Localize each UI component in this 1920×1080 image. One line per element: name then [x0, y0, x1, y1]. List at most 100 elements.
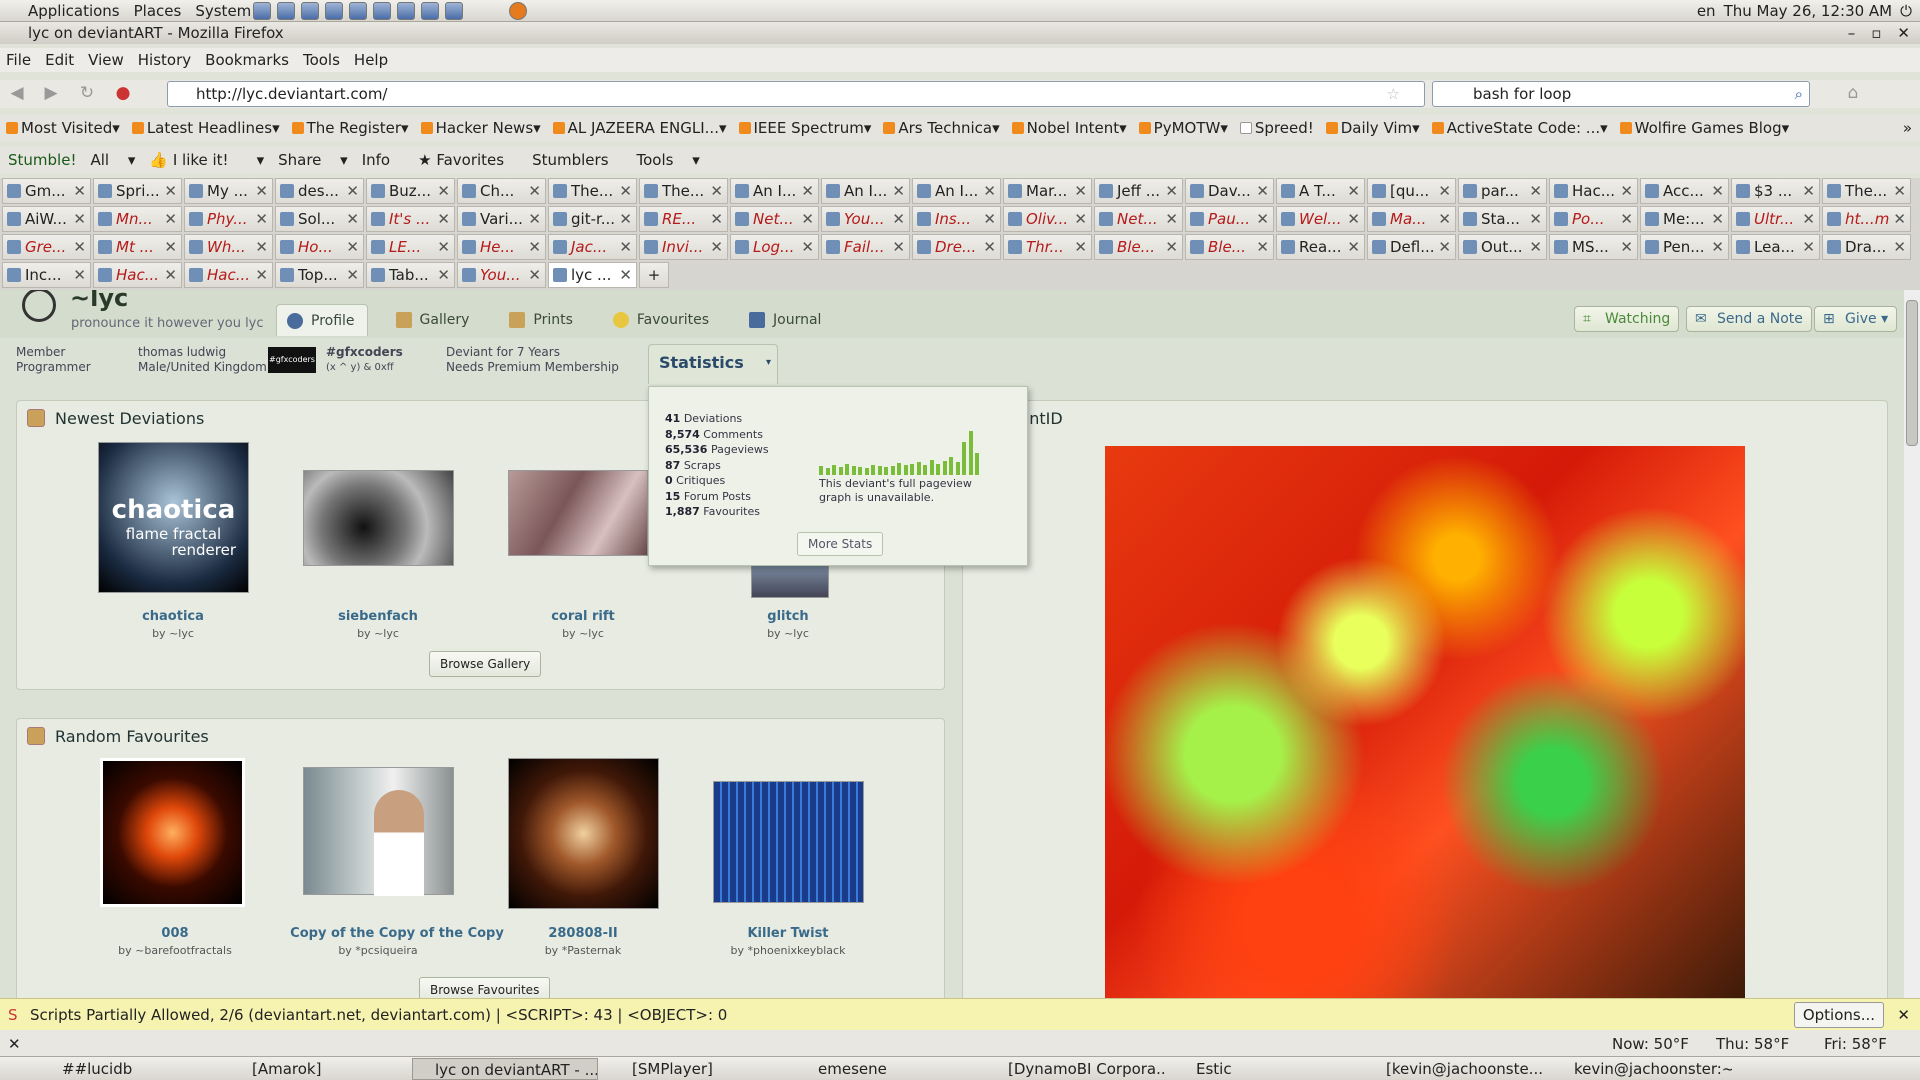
close-tab-icon[interactable]: ✕ — [710, 207, 723, 231]
browser-tab[interactable]: Wel... ✕ — [1276, 206, 1365, 232]
browser-tab[interactable]: Dre... ✕ — [912, 234, 1001, 260]
give-button[interactable]: ⊞ Give ▾ — [1814, 306, 1898, 332]
browser-tab[interactable]: Me:... ✕ — [1640, 206, 1729, 232]
tab-prints[interactable]: Prints — [499, 304, 585, 336]
share-button[interactable]: Share ▾ — [278, 151, 348, 169]
close-tab-icon[interactable]: ✕ — [73, 263, 86, 287]
browser-tab[interactable]: [qu... ✕ — [1367, 178, 1456, 204]
browser-tab[interactable]: Pau... ✕ — [1185, 206, 1274, 232]
dislike-icon[interactable]: ▾ — [257, 151, 265, 169]
bookmark-item[interactable]: Latest Headlines▾ — [131, 115, 280, 141]
launcher-icon[interactable] — [277, 2, 295, 20]
browser-tab[interactable]: Jeff ... ✕ — [1094, 178, 1183, 204]
browser-tab[interactable]: You... ✕ — [457, 262, 546, 288]
launcher-icon[interactable] — [325, 2, 343, 20]
browser-tab[interactable]: par... ✕ — [1458, 178, 1547, 204]
close-tab-icon[interactable]: ✕ — [1620, 235, 1633, 259]
bookmark-item[interactable]: Ars Technica▾ — [883, 115, 1000, 141]
deviation-author[interactable]: by ~lyc — [508, 627, 658, 640]
close-tab-icon[interactable]: ✕ — [983, 179, 996, 203]
siebenfach-thumbnail[interactable] — [303, 470, 454, 566]
places-menu[interactable]: Places — [127, 0, 189, 20]
browser-tab[interactable]: AiW... ✕ — [2, 206, 91, 232]
deviation-author[interactable]: by ~lyc — [98, 627, 248, 640]
browser-tab[interactable]: Invi... ✕ — [639, 234, 728, 260]
menu-help[interactable]: Help — [354, 51, 388, 69]
close-tab-icon[interactable]: ✕ — [164, 263, 177, 287]
more-stats-button[interactable]: More Stats — [797, 532, 884, 556]
search-box[interactable]: bash for loop ⌕ — [1432, 81, 1810, 107]
task-button[interactable]: [kevin@jachoonste... — [1364, 1058, 1544, 1080]
close-tab-icon[interactable]: ✕ — [1802, 235, 1815, 259]
browser-tab[interactable]: Hac... ✕ — [184, 262, 273, 288]
bookmark-item[interactable]: Daily Vim▾ — [1325, 115, 1420, 141]
browser-tab[interactable]: Ble... ✕ — [1094, 234, 1183, 260]
browser-tab[interactable]: Ch... ✕ — [457, 178, 546, 204]
launcher-icon[interactable] — [445, 2, 463, 20]
008-thumbnail[interactable] — [100, 758, 245, 907]
all-dropdown[interactable]: All ▾ — [90, 151, 135, 169]
favourite-title[interactable]: 008 — [100, 926, 250, 941]
browser-tab[interactable]: git-r... ✕ — [548, 206, 637, 232]
close-tab-icon[interactable]: ✕ — [801, 207, 814, 231]
menu-file[interactable]: File — [6, 51, 31, 69]
browser-tab[interactable]: Log... ✕ — [730, 234, 819, 260]
browser-tab[interactable]: Mn... ✕ — [93, 206, 182, 232]
browser-tab[interactable]: Ho... ✕ — [275, 234, 364, 260]
browser-tab[interactable]: lyc ... ✕ — [548, 262, 637, 288]
close-tab-icon[interactable]: ✕ — [1256, 235, 1269, 259]
close-tab-icon[interactable]: ✕ — [1165, 235, 1178, 259]
options-button[interactable]: Options... — [1793, 1002, 1884, 1028]
280808-ii-thumbnail[interactable] — [508, 758, 659, 909]
deviation-author[interactable]: by ~lyc — [713, 627, 863, 640]
browser-tab[interactable]: Oliv... ✕ — [1003, 206, 1092, 232]
bookmark-item[interactable]: ActiveState Code: ...▾ — [1431, 115, 1608, 141]
close-tab-icon[interactable]: ✕ — [1074, 179, 1087, 203]
close-tab-icon[interactable]: ✕ — [1438, 207, 1451, 231]
browser-tab[interactable]: Wh... ✕ — [184, 234, 273, 260]
browser-tab[interactable]: Inc... ✕ — [2, 262, 91, 288]
close-tab-icon[interactable]: ✕ — [1347, 235, 1360, 259]
browser-tab[interactable]: Fail... ✕ — [821, 234, 910, 260]
browser-tab[interactable]: Net... ✕ — [1094, 206, 1183, 232]
favourite-title[interactable]: Copy of the Copy of the Copy — [287, 926, 507, 941]
close-tab-icon[interactable]: ✕ — [528, 235, 541, 259]
weather-thu[interactable]: Thu: 58°F — [1716, 1030, 1789, 1058]
forward-icon[interactable]: ▶ — [40, 83, 62, 105]
url-bar[interactable]: http://lyc.deviantart.com/ ☆ — [167, 81, 1425, 107]
tab-profile[interactable]: Profile — [276, 304, 368, 336]
bookmark-item[interactable]: PyMOTW▾ — [1138, 115, 1228, 141]
browser-tab[interactable]: It's ... ✕ — [366, 206, 455, 232]
close-tab-icon[interactable]: ✕ — [1620, 179, 1633, 203]
close-tab-icon[interactable]: ✕ — [1802, 179, 1815, 203]
applications-menu[interactable]: Applications — [0, 0, 127, 20]
bookmark-item[interactable]: AL JAZEERA ENGLI...▾ — [552, 115, 727, 141]
close-tab-icon[interactable]: ✕ — [528, 179, 541, 203]
coral-rift-thumbnail[interactable] — [508, 470, 648, 556]
browser-tab[interactable]: Sol... ✕ — [275, 206, 364, 232]
browser-tab[interactable]: $3 ... ✕ — [1731, 178, 1820, 204]
close-tab-icon[interactable]: ✕ — [983, 207, 996, 231]
close-tab-icon[interactable]: ✕ — [255, 207, 268, 231]
close-tab-icon[interactable]: ✕ — [1529, 235, 1542, 259]
browser-tab[interactable]: An I... ✕ — [821, 178, 910, 204]
browser-tab[interactable]: Phy... ✕ — [184, 206, 273, 232]
task-button[interactable]: [SMPlayer] — [610, 1058, 780, 1080]
group-info[interactable]: #gfxcoders #gfxcoders (x ^ y) & 0xff — [268, 345, 403, 375]
page-scrollbar[interactable] — [1904, 290, 1920, 998]
bookmark-item[interactable]: Nobel Intent▾ — [1011, 115, 1127, 141]
new-tab-button[interactable]: + — [639, 262, 669, 288]
firefox-launcher-icon[interactable] — [509, 2, 527, 20]
close-tab-icon[interactable]: ✕ — [801, 235, 814, 259]
menu-bookmarks[interactable]: Bookmarks — [205, 51, 289, 69]
close-tab-icon[interactable]: ✕ — [528, 263, 541, 287]
launcher-icon[interactable] — [253, 2, 271, 20]
deviation-author[interactable]: by ~lyc — [303, 627, 453, 640]
close-tab-icon[interactable]: ✕ — [892, 235, 905, 259]
browser-tab[interactable]: Hac... ✕ — [1549, 178, 1638, 204]
deviation-title[interactable]: siebenfach — [303, 609, 453, 624]
browse-favourites-button[interactable]: Browse Favourites — [419, 977, 551, 998]
send-note-button[interactable]: ✉ Send a Note — [1686, 306, 1812, 332]
browser-tab[interactable]: Sta... ✕ — [1458, 206, 1547, 232]
browser-tab[interactable]: Defl... ✕ — [1367, 234, 1456, 260]
